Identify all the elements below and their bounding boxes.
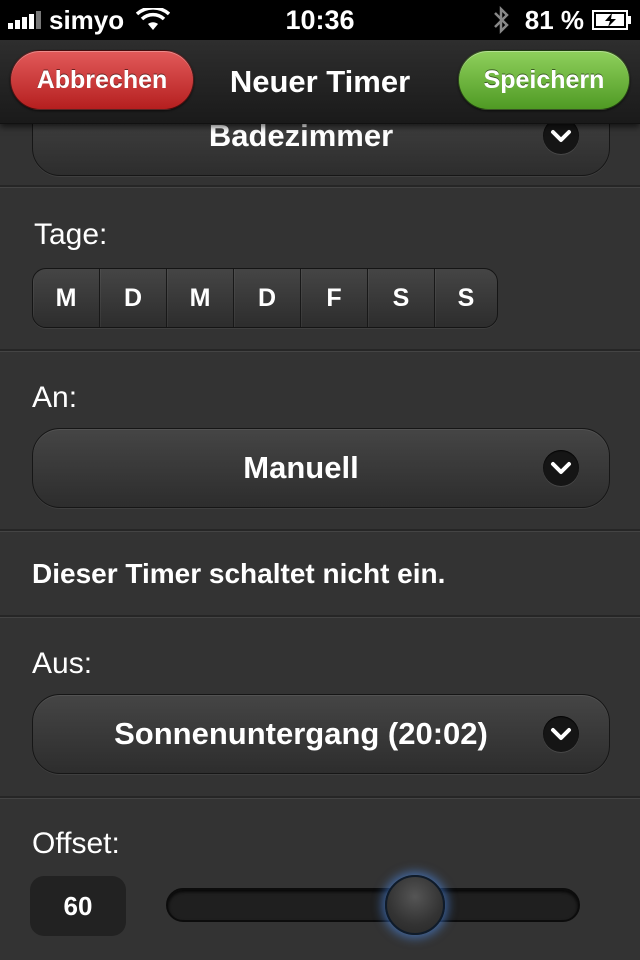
navigation-bar: Abbrechen Neuer Timer Speichern [0, 40, 640, 124]
offset-slider-track[interactable] [166, 888, 580, 922]
day-sunday[interactable]: S [435, 269, 497, 327]
off-select[interactable]: Sonnenuntergang (20:02) [32, 694, 610, 774]
off-select-value: Sonnenuntergang (20:02) [114, 716, 488, 751]
day-wednesday[interactable]: M [167, 269, 234, 327]
status-bar: simyo 10:36 81 % [0, 0, 640, 40]
on-label: An: [32, 381, 78, 414]
on-info-text: Dieser Timer schaltet nicht ein. [32, 558, 446, 589]
day-monday[interactable]: M [33, 269, 100, 327]
on-select-value: Manuell [243, 450, 359, 485]
chevron-down-icon [543, 450, 579, 486]
battery-percent: 81 % [524, 4, 584, 35]
status-right: 81 % [491, 0, 632, 40]
save-button[interactable]: Speichern [458, 50, 630, 110]
offset-slider-thumb[interactable] [385, 875, 446, 935]
chevron-down-icon [543, 716, 579, 752]
offset-value: 60 [30, 876, 126, 936]
day-tuesday[interactable]: D [100, 269, 167, 327]
off-label: Aus: [32, 647, 93, 680]
weekday-selector: M D M D F S S [32, 268, 498, 328]
bluetooth-icon [493, 5, 509, 35]
room-section: Badezimmer [0, 96, 640, 188]
days-label: Tage: [34, 218, 108, 251]
day-saturday[interactable]: S [368, 269, 435, 327]
offset-label: Offset: [32, 827, 120, 860]
on-select[interactable]: Manuell [32, 428, 610, 508]
day-thursday[interactable]: D [234, 269, 301, 327]
battery-charging-icon [592, 10, 631, 30]
day-friday[interactable]: F [301, 269, 368, 327]
